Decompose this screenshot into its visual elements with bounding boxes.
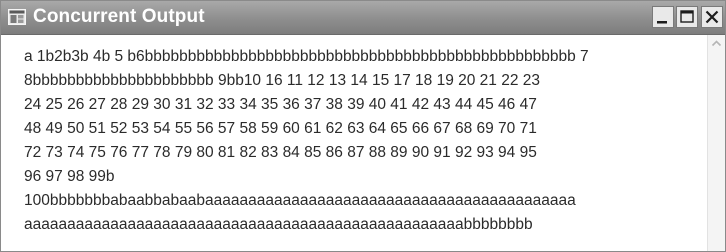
output-line: 24 25 26 27 28 29 30 31 32 33 34 35 36 3… [24, 96, 537, 113]
output-text-area[interactable]: a 1b2b3b 4b 5 b6bbbbbbbbbbbbbbbbbbbbbbbb… [1, 35, 707, 251]
close-icon [701, 6, 723, 28]
output-line: a 1b2b3b 4b 5 b6bbbbbbbbbbbbbbbbbbbbbbbb… [24, 48, 589, 65]
output-line: 48 49 50 51 52 53 54 55 56 57 58 59 60 6… [24, 120, 537, 137]
maximize-button[interactable] [676, 6, 698, 28]
app-window: Concurrent Output a 1b2b3b 4b 5 b6bbbbbb… [0, 0, 726, 252]
output-line: 8bbbbbbbbbbbbbbbbbbbbb 9bb10 16 11 12 13… [24, 72, 541, 89]
scroll-up-button[interactable] [708, 35, 725, 52]
output-text: a 1b2b3b 4b 5 b6bbbbbbbbbbbbbbbbbbbbbbbb… [1, 35, 707, 237]
title-bar[interactable]: Concurrent Output [1, 1, 725, 35]
output-line: 100bbbbbbbabaabbabaabaaaaaaaaaaaaaaaaaaa… [24, 192, 576, 209]
output-line: 96 97 98 99b [24, 168, 115, 185]
minimize-icon [652, 6, 674, 28]
maximize-icon [676, 6, 698, 28]
window-title: Concurrent Output [33, 6, 205, 27]
chevron-up-icon [711, 40, 722, 47]
app-window-icon[interactable] [8, 9, 26, 25]
output-line: aaaaaaaaaaaaaaaaaaaaaaaaaaaaaaaaaaaaaaaa… [24, 216, 533, 233]
minimize-button[interactable] [652, 6, 674, 28]
vertical-scrollbar[interactable] [707, 35, 725, 251]
close-button[interactable] [701, 6, 723, 28]
output-line: 72 73 74 75 76 77 78 79 80 81 82 83 84 8… [24, 144, 537, 161]
